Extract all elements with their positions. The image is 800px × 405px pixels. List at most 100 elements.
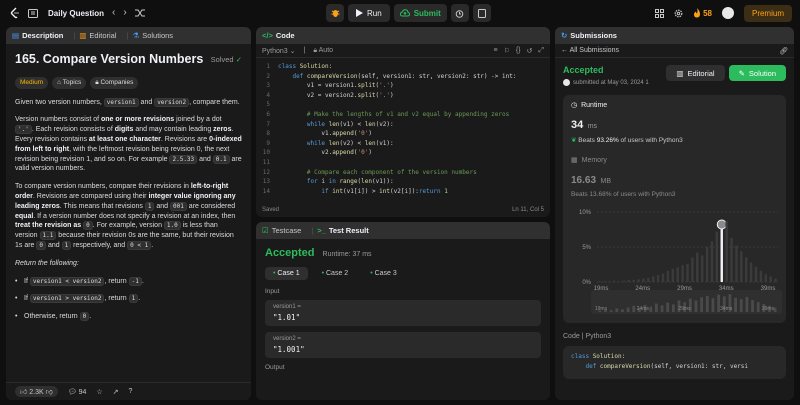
- submissions-tab-bar: ↻ Submissions: [555, 27, 794, 44]
- prev-problem-icon[interactable]: ‹: [112, 8, 115, 18]
- code-line: 13 for i in range(len (v1)):: [256, 177, 550, 187]
- premium-button[interactable]: Premium: [743, 4, 792, 22]
- case-tab[interactable]: • Case 3: [362, 267, 405, 280]
- shuffle-icon[interactable]: [134, 9, 145, 17]
- runtime-distribution-chart[interactable]: 10%5%0%19ms19ms24ms24ms29ms29ms34ms34ms3…: [563, 202, 786, 322]
- streak-counter[interactable]: 58: [693, 8, 712, 18]
- submit-button[interactable]: Submit: [393, 4, 447, 22]
- code-token: 1: [444, 187, 448, 195]
- solution-button[interactable]: ✎ Solution: [728, 65, 786, 81]
- code-line: 12 # Compare each component of the versi…: [256, 168, 550, 178]
- text: , return: [104, 277, 129, 285]
- code-token: (v1)):: [371, 178, 394, 186]
- gear-icon[interactable]: [674, 9, 683, 18]
- line-number: 4: [266, 91, 270, 99]
- tab-editorial[interactable]: ▥ Editorial: [79, 31, 116, 40]
- inline-code: version1: [103, 97, 139, 107]
- mini-x-tick-label: 19ms: [595, 306, 608, 312]
- chart-bar: [676, 267, 679, 282]
- chart-bar: [740, 251, 743, 282]
- next-problem-icon[interactable]: ›: [123, 8, 126, 18]
- code-brackets-icon: </>: [262, 31, 273, 40]
- code-token: len: [364, 139, 376, 147]
- case-tab[interactable]: • Case 2: [314, 267, 357, 280]
- note-icon: [477, 8, 486, 18]
- notes-button[interactable]: [472, 4, 491, 22]
- memory-header[interactable]: ▦ Memory: [571, 156, 778, 165]
- language-select[interactable]: Python3 ⌄: [262, 47, 296, 55]
- book-icon: ▥: [676, 68, 684, 78]
- text: and: [154, 202, 171, 210]
- case-tab[interactable]: • Case 1: [265, 267, 308, 280]
- run-button[interactable]: Run: [348, 4, 390, 22]
- lock-icon: 🔒︎: [313, 46, 318, 54]
- text: .: [89, 313, 92, 321]
- tab-testcase-label: Testcase: [271, 226, 302, 235]
- tab-description[interactable]: ▤ Description: [12, 31, 63, 40]
- layout-grid-icon[interactable]: [655, 8, 665, 18]
- chart-bar: [608, 281, 611, 282]
- code-token: Solution: [592, 353, 622, 360]
- mini-chart-bar: [700, 297, 704, 312]
- expand-icon[interactable]: ⤢: [538, 47, 544, 55]
- bold-text: one or more revisions: [101, 116, 175, 124]
- bookmark-icon[interactable]: ⚐: [504, 47, 510, 55]
- case-label: Case 2: [326, 270, 349, 277]
- code-editor[interactable]: 1 class Solution: 2 def compareVersion (sel…: [256, 58, 550, 196]
- code-token: return: [418, 187, 445, 195]
- tab-testcase[interactable]: ☑ Testcase: [262, 226, 301, 235]
- reset-icon[interactable]: ↺: [527, 47, 533, 55]
- text: , compare them.: [189, 98, 240, 106]
- inline-code: '.': [15, 125, 32, 135]
- code-token: len: [328, 139, 340, 147]
- star-icon[interactable]: ☆: [96, 388, 102, 396]
- line-number: 13: [262, 178, 270, 186]
- code-line: 11: [256, 158, 550, 168]
- editorial-button[interactable]: ▥ Editorial: [666, 65, 725, 81]
- mini-chart-bar: [654, 303, 658, 312]
- tab-submissions[interactable]: ↻ Submissions: [561, 31, 617, 40]
- y-tick-label: 0%: [582, 280, 591, 286]
- logo-icon[interactable]: [10, 7, 20, 19]
- input-value: "1.001": [273, 345, 305, 354]
- submissions-panel: ↻ Submissions ← All Submissions 🔗︎ Accep…: [555, 27, 794, 400]
- avatar[interactable]: [721, 7, 734, 19]
- top-bar-right: 58 Premium: [655, 4, 792, 22]
- companies-tag[interactable]: 🔒︎ Companies: [90, 76, 139, 89]
- performance-card: ◷ Runtime 34 ms ❦ Beats 93.26% of users w…: [563, 95, 786, 323]
- code-token: (self, version1: str, version2: str) -> …: [357, 72, 517, 80]
- autosave-toggle[interactable]: 🔒︎ Auto: [313, 47, 333, 55]
- timer-button[interactable]: [450, 4, 469, 22]
- tab-code[interactable]: </> Code: [262, 31, 295, 40]
- tab-test-result[interactable]: >_ Test Result: [317, 226, 368, 235]
- mini-chart-bar: [756, 302, 760, 312]
- chart-bar: [730, 237, 733, 282]
- code-token: # Make the lengths of v1 and v2 equal by…: [278, 110, 510, 118]
- link-icon[interactable]: 🔗︎: [779, 47, 788, 55]
- beats-prefix: Beats: [578, 137, 597, 144]
- editor-actions: ≡ ⚐ {} ↺ ⤢: [493, 47, 544, 55]
- mini-chart-bar: [615, 308, 619, 312]
- comments-button[interactable]: 💬︎ 94: [68, 388, 87, 396]
- topics-tag[interactable]: ⌂ Topics: [52, 76, 87, 89]
- save-status: Saved: [262, 207, 280, 213]
- difficulty-tag[interactable]: Medium: [15, 76, 49, 89]
- problem-list-icon[interactable]: [28, 8, 38, 18]
- help-icon[interactable]: ?: [129, 388, 133, 395]
- back-link[interactable]: ← All Submissions: [561, 47, 619, 54]
- chart-bar: [759, 270, 763, 282]
- debug-button[interactable]: [326, 4, 344, 22]
- description-panel: ▤ Description | ▥ Editorial | ⚗ Solution…: [6, 27, 251, 400]
- like-button[interactable]: 👍︎ 2.3K 👎︎: [15, 386, 58, 397]
- highlight-marker: [716, 219, 727, 230]
- braces-icon[interactable]: {}: [516, 47, 521, 55]
- share-icon[interactable]: ↗: [113, 388, 119, 396]
- run-label: Run: [367, 8, 382, 18]
- text: joined by a dot: [174, 116, 222, 124]
- menu-icon[interactable]: ≡: [493, 47, 497, 55]
- beats-suffix: of users with Python3: [618, 137, 683, 144]
- tab-solutions[interactable]: ⚗ Solutions: [132, 31, 173, 40]
- daily-question-title[interactable]: Daily Question: [48, 9, 104, 18]
